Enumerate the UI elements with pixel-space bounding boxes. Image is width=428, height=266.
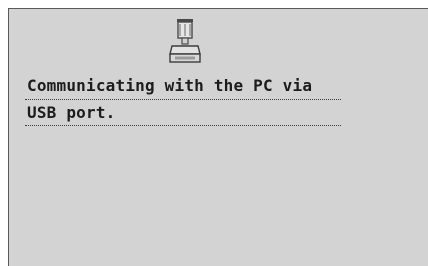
- status-message-line-1: Communicating with the PC via: [27, 76, 313, 95]
- status-message-line-2: USB port.: [27, 103, 116, 122]
- divider-line: [25, 99, 341, 100]
- usb-pc-connection-icon: [169, 19, 201, 63]
- status-screen: Communicating with the PC via USB port.: [8, 8, 428, 266]
- divider-line: [25, 125, 341, 126]
